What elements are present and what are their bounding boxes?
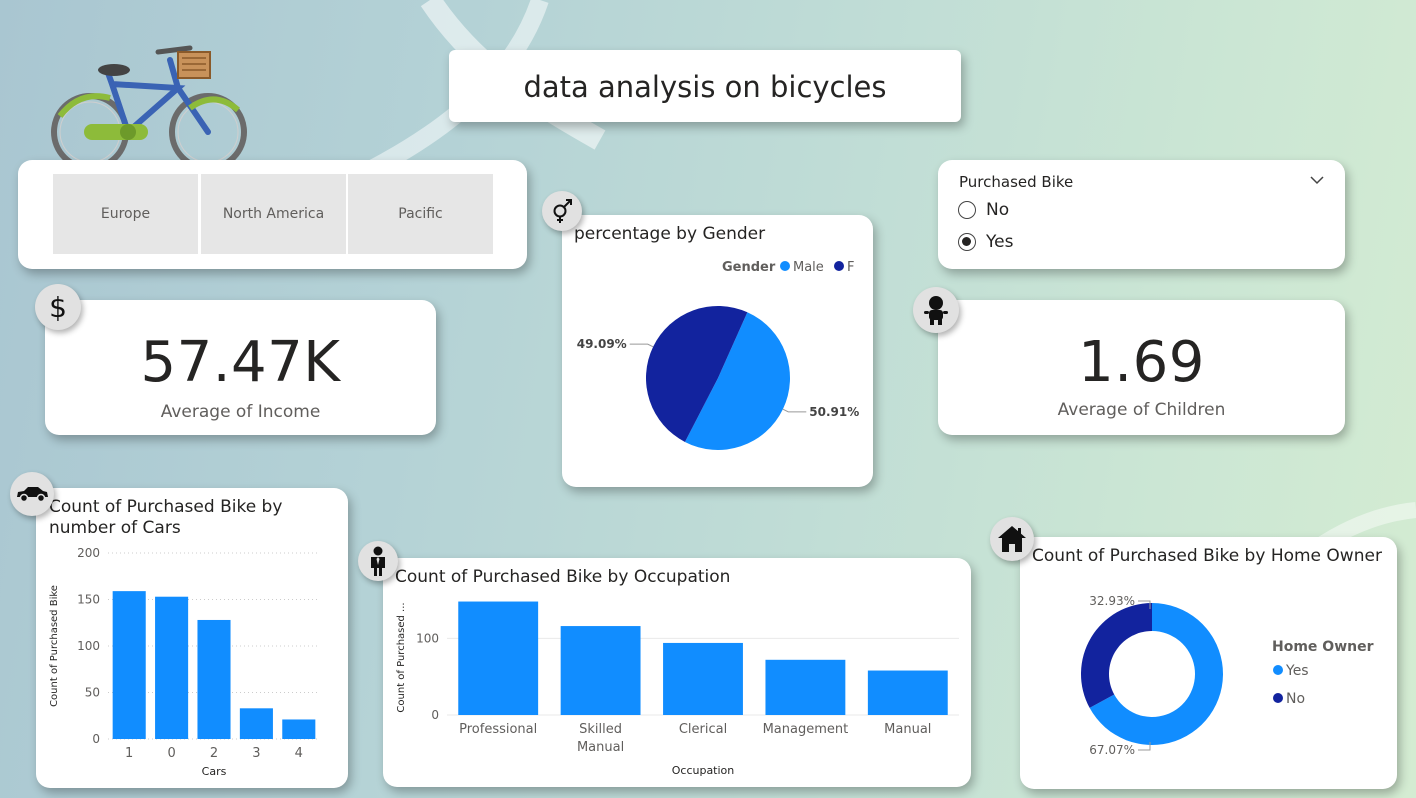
legend-marker-yes: [1273, 665, 1283, 675]
legend-label-male: Male: [793, 260, 824, 275]
bar-2: [197, 619, 231, 739]
dollar-icon: $: [35, 284, 81, 330]
homeowner-donut-chart: 67.07% 32.93% Home Owner Yes No: [1081, 594, 1374, 757]
radio-option-yes[interactable]: Yes: [958, 232, 1013, 252]
x-tick-1: 1: [125, 746, 133, 761]
legend-label-no: No: [1286, 691, 1305, 707]
bar-professional: [458, 601, 539, 715]
kpi-income-card: 57.47K Average of Income: [45, 300, 436, 435]
x-tick-management: Management: [763, 722, 849, 737]
radio-option-no[interactable]: No: [958, 200, 1009, 220]
x-tick-professional: Professional: [459, 722, 537, 737]
purchased-bike-filter: Purchased Bike No Yes: [938, 160, 1345, 269]
radio-yes[interactable]: [958, 233, 976, 251]
y-tick-100: 100: [77, 639, 100, 653]
y-tick-50: 50: [85, 686, 100, 700]
homeowner-chart-card: Count of Purchased Bike by Home Owner 67…: [1020, 537, 1397, 789]
x-tick-clerical: Clerical: [679, 722, 727, 737]
baby-icon: [913, 287, 959, 333]
page-title: data analysis on bicycles: [523, 70, 887, 104]
bar-management: [765, 659, 846, 715]
y-axis-label: Count of Purchased ...: [396, 602, 407, 712]
x-tick-3: 3: [252, 746, 260, 761]
legend-label-yes: Yes: [1285, 663, 1309, 679]
x-axis-label: Cars: [202, 765, 227, 778]
kpi-children-value: 1.69: [1078, 330, 1205, 395]
chevron-down-icon[interactable]: [1309, 172, 1325, 188]
x-tick-4: 4: [295, 746, 303, 761]
title-card: data analysis on bicycles: [449, 50, 961, 122]
car-icon: [10, 472, 54, 516]
filter-title: Purchased Bike: [959, 173, 1074, 191]
occupation-chart-card: Count of Purchased Bike by Occupation 01…: [383, 558, 971, 787]
bar-3: [239, 708, 273, 739]
leader-line-male: [782, 408, 807, 413]
legend-marker-f: [834, 261, 844, 271]
y-tick-100: 100: [416, 631, 439, 645]
x-axis-label: Occupation: [672, 764, 735, 777]
kpi-income-label: Average of Income: [160, 402, 321, 422]
kpi-children-label: Average of Children: [1057, 400, 1226, 420]
occupation-bar-chart: 0 100 Professional Skilled Manual Clerical Man…: [396, 601, 959, 777]
y-tick-0: 0: [431, 708, 439, 722]
legend-marker-no: [1273, 693, 1283, 703]
kpi-income-value: 57.47K: [140, 330, 341, 395]
radio-no-label: No: [986, 200, 1010, 220]
y-tick-0: 0: [92, 732, 100, 746]
x-tick-skilled-manual-1: Manual: [577, 740, 624, 755]
bar-0: [155, 596, 189, 739]
radio-yes-label: Yes: [986, 232, 1014, 252]
region-slicer: Europe North America Pacific: [18, 160, 527, 269]
x-tick-0: 0: [167, 746, 175, 761]
x-tick-2: 2: [210, 746, 218, 761]
cars-bar-chart: 0 50 100 150 200 1 0 2 3 4 Cars Count of Purchased …: [49, 546, 320, 778]
gender-chart-card: percentage by Gender Gender Male F 50.91% 49…: [562, 215, 873, 487]
gender-pie-chart: Gender Male F 50.91% 49.09%: [577, 260, 859, 451]
data-label-no: 32.93%: [1089, 594, 1135, 608]
radio-no[interactable]: [958, 201, 976, 219]
kpi-children-card: 1.69 Average of Children: [938, 300, 1345, 435]
y-axis-label: Count of Purchased Bike: [49, 585, 60, 707]
legend-title: Home Owner: [1272, 639, 1374, 655]
slicer-option-north-america[interactable]: North America: [201, 174, 346, 254]
bicycle-illustration: [50, 38, 250, 174]
businessman-icon: [358, 541, 398, 581]
data-label-yes: 67.07%: [1089, 743, 1135, 757]
donut-slice-no: [1081, 603, 1152, 708]
bar-4: [282, 719, 316, 739]
cars-chart-card: Count of Purchased Bike by number of Car…: [36, 488, 348, 788]
legend-label-f: F: [847, 260, 854, 275]
y-tick-150: 150: [77, 593, 100, 607]
leader-line-f: [629, 343, 654, 348]
slicer-option-europe[interactable]: Europe: [53, 174, 198, 254]
house-icon: [990, 517, 1034, 561]
data-label-male: 50.91%: [809, 405, 859, 419]
bar-clerical: [663, 642, 743, 715]
gender-icon: [542, 191, 582, 231]
x-tick-skilled-manual-0: Skilled: [579, 722, 622, 737]
legend-title: Gender: [722, 260, 776, 275]
data-label-f: 49.09%: [577, 337, 627, 351]
bar-manual: [867, 670, 948, 715]
y-tick-200: 200: [77, 546, 100, 560]
bar-skilled-manual: [560, 626, 641, 715]
legend-marker-male: [780, 261, 790, 271]
bar-1: [112, 591, 146, 739]
x-tick-manual: Manual: [884, 722, 931, 737]
slicer-option-pacific[interactable]: Pacific: [348, 174, 493, 254]
